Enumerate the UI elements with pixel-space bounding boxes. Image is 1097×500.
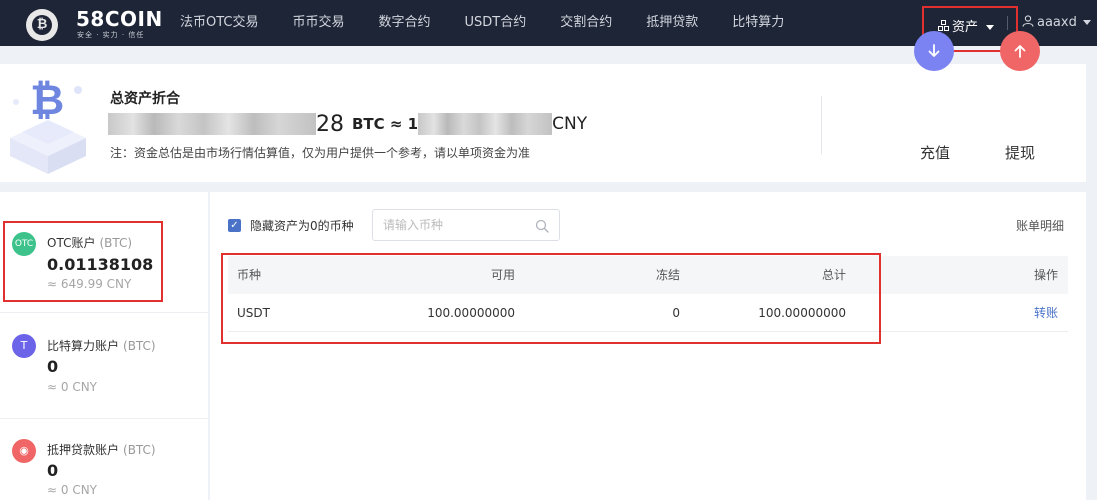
- deposit-label[interactable]: 充值: [920, 142, 950, 163]
- nav-asset-label: 资产: [952, 20, 979, 35]
- user-name: aaaxd: [1037, 15, 1077, 30]
- chevron-down-icon: [986, 25, 995, 30]
- hide-zero-checkbox[interactable]: ✓: [228, 219, 241, 232]
- transfer-link[interactable]: 转账: [1034, 294, 1058, 332]
- highlight-box-otc-account: [3, 221, 163, 302]
- hide-zero-label[interactable]: 隐藏资产为0的币种: [250, 217, 354, 234]
- account-unit: (BTC): [123, 339, 156, 353]
- account-cny: ≈ 0 CNY: [47, 483, 98, 497]
- nav-links: 法币OTC交易 币币交易 数字合约 USDT合约 交割合约 抵押贷款 比特算力: [180, 0, 818, 46]
- highlight-box-usdt-row: [221, 253, 881, 344]
- asset-detail-panel: [210, 192, 1086, 500]
- total-asset-note: 注：资金总估是由市场行情估算值，仅为用户提供一个参考，请以单项资金为准: [110, 146, 531, 160]
- account-name: 抵押贷款账户: [47, 443, 120, 457]
- nav-link-usdt-contract[interactable]: USDT合约: [465, 0, 527, 46]
- nav-link-otc[interactable]: 法币OTC交易: [180, 0, 259, 46]
- bitcoin-illustration-icon: ₿: [10, 75, 86, 174]
- nav-link-hashpower[interactable]: 比特算力: [732, 0, 784, 46]
- total-asset-value: 28 BTC ≈ 1 CNY: [108, 110, 587, 138]
- logo-mark-icon: ₿: [26, 9, 58, 41]
- logo[interactable]: ₿ 58COIN 安全 · 实力 · 信任: [22, 6, 182, 42]
- nav-link-delivery-contract[interactable]: 交割合约: [560, 0, 612, 46]
- cny-unit: CNY: [552, 114, 588, 134]
- nav-link-digital-contract[interactable]: 数字合约: [379, 0, 431, 46]
- logo-tagline: 安全 · 实力 · 信任: [77, 31, 145, 39]
- user-icon: [1022, 15, 1034, 27]
- masked-btc-amount: [108, 113, 316, 135]
- nav-link-spot[interactable]: 币币交易: [293, 0, 345, 46]
- withdraw-button[interactable]: [1000, 31, 1040, 71]
- header-operation: 操作: [1033, 268, 1058, 282]
- coin-search-box: [372, 209, 560, 241]
- nav-link-loan[interactable]: 抵押贷款: [646, 0, 698, 46]
- account-loan[interactable]: ◉ 抵押贷款账户 (BTC) 0 ≈ 0 CNY: [0, 419, 208, 500]
- svg-text:₿: ₿: [30, 75, 64, 124]
- panel-divider: [821, 96, 822, 154]
- arrow-down-icon: [928, 44, 940, 57]
- total-asset-title: 总资产折合: [110, 91, 180, 107]
- search-icon[interactable]: [535, 219, 549, 233]
- account-balance: 0: [47, 357, 59, 376]
- btc-amount-tail: 28: [316, 111, 344, 137]
- btc-unit: BTC ≈ 1: [352, 115, 419, 133]
- bill-detail-link[interactable]: 账单明细: [1016, 217, 1064, 234]
- loan-account-icon: ◉: [12, 439, 36, 463]
- account-cny: ≈ 0 CNY: [47, 380, 98, 394]
- asset-summary-panel: ₿ 总资产折合 28 BTC ≈ 1 CNY 注：资金总估是由市场行情估算值，仅…: [0, 64, 1086, 182]
- deposit-button[interactable]: [914, 31, 954, 71]
- arrow-up-icon: [1014, 45, 1026, 58]
- nav-divider: [1007, 16, 1008, 30]
- coin-search-input[interactable]: [383, 217, 523, 233]
- masked-cny-amount: [418, 113, 553, 135]
- hashpower-account-icon: T: [12, 334, 36, 358]
- account-name: 比特算力账户: [47, 339, 120, 353]
- account-unit: (BTC): [123, 443, 156, 457]
- chevron-down-icon: [1082, 20, 1091, 25]
- account-hashpower[interactable]: T 比特算力账户 (BTC) 0 ≈ 0 CNY: [0, 313, 208, 417]
- nav-user-menu[interactable]: aaaxd: [1022, 15, 1091, 30]
- grid-icon: [938, 20, 950, 32]
- withdraw-label[interactable]: 提现: [1005, 142, 1035, 163]
- logo-name: 58COIN: [76, 7, 163, 31]
- account-balance: 0: [47, 461, 59, 480]
